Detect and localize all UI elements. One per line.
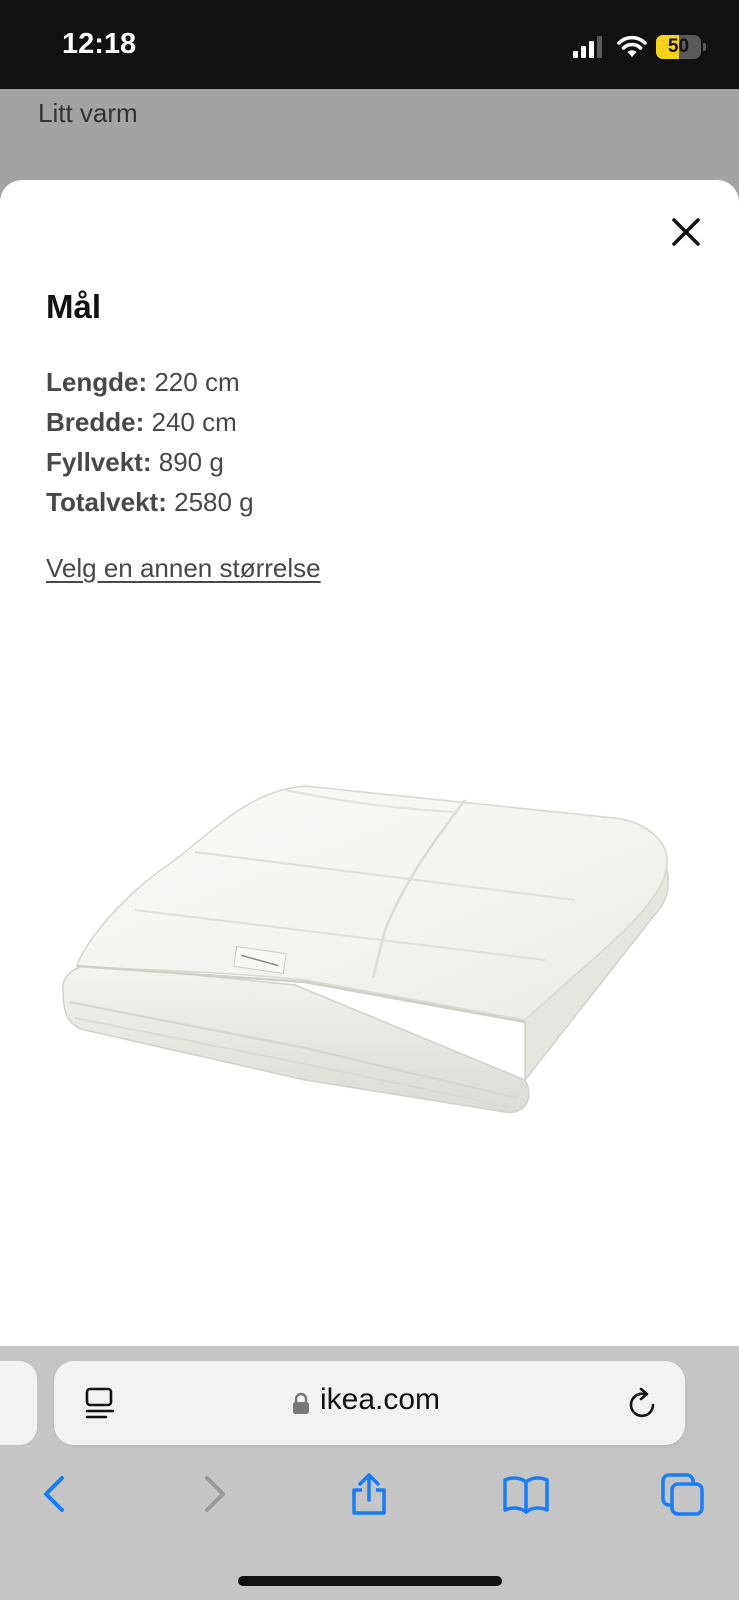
bookmarks-icon[interactable]	[502, 1472, 550, 1516]
spec-row-total-weight: Totalvekt: 2580 g	[46, 482, 254, 522]
back-icon[interactable]	[40, 1472, 70, 1516]
spec-label: Totalvekt:	[46, 487, 167, 517]
modal-title: Mål	[46, 288, 102, 325]
dimensions-modal	[0, 180, 739, 1346]
status-bar: 12:18 50	[0, 0, 739, 89]
wifi-icon	[617, 35, 647, 57]
url-text[interactable]: ikea.com	[320, 1383, 440, 1417]
background-page-text: Litt varm	[38, 98, 138, 128]
battery-icon: 50	[656, 35, 706, 59]
home-indicator[interactable]	[238, 1576, 502, 1586]
forward-icon[interactable]	[199, 1472, 229, 1516]
reader-icon[interactable]	[84, 1386, 116, 1420]
reload-icon[interactable]	[627, 1386, 659, 1420]
spec-row-width: Bredde: 240 cm	[46, 402, 254, 442]
share-icon[interactable]	[348, 1472, 390, 1516]
cellular-signal-icon	[573, 36, 602, 58]
tabs-icon[interactable]	[660, 1472, 706, 1516]
product-image-duvet	[62, 785, 669, 1113]
spec-value: 240 cm	[151, 407, 237, 437]
spec-value: 2580 g	[174, 487, 254, 517]
spec-row-length: Lengde: 220 cm	[46, 362, 254, 402]
lock-icon	[293, 1392, 309, 1414]
spec-value: 890 g	[158, 447, 224, 477]
previous-tab-preview[interactable]	[0, 1361, 37, 1445]
battery-percentage: 50	[667, 36, 690, 57]
status-time: 12:18	[62, 28, 137, 60]
spec-row-fill-weight: Fyllvekt: 890 g	[46, 442, 254, 482]
choose-other-size-link[interactable]: Velg en annen størrelse	[46, 553, 321, 584]
close-icon[interactable]	[666, 212, 706, 252]
spec-value: 220 cm	[154, 367, 240, 397]
dimension-specs: Lengde: 220 cm Bredde: 240 cm Fyllvekt: …	[46, 362, 254, 522]
spec-label: Fyllvekt:	[46, 447, 152, 477]
spec-label: Lengde:	[46, 367, 148, 397]
spec-label: Bredde:	[46, 407, 145, 437]
